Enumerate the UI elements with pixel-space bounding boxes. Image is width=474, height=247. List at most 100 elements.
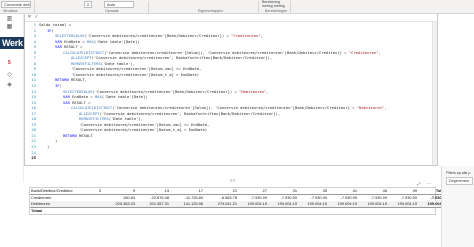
matrix-row[interactable]: Totaal xyxy=(30,207,448,214)
group-format-label: Opmaak xyxy=(105,9,119,13)
format-dropdown[interactable]: Auto xyxy=(104,1,134,8)
group-structure-label: Structuur xyxy=(3,9,18,13)
focus-mode-icon[interactable]: ⤢ xyxy=(417,182,421,186)
code-token: RESULT = xyxy=(61,44,83,50)
code-token: 'Conversie debiteuren/crediteuren'[Datum… xyxy=(71,66,202,72)
code-token: CALCULATE xyxy=(71,105,92,111)
cancel-icon[interactable]: ✕ xyxy=(27,15,32,20)
code-token: "Debiteuren" xyxy=(356,105,385,111)
dax-formula-editor[interactable]: ✕ ✓ 1 Saldo totaal = 2 IF(3 SELECTEDVALUE('… xyxy=(24,14,438,166)
code-token: ALLEXCEPT xyxy=(79,110,100,116)
code-token: ('Date table'[Date]) xyxy=(93,38,140,44)
report-view-icon[interactable]: ▥ xyxy=(6,16,13,23)
count-badge: 5 xyxy=(8,60,11,66)
more-options-icon[interactable]: ⋯ xyxy=(427,182,431,186)
code-token: ('Conversie debiteuren/crediteuren', Ban… xyxy=(99,110,281,116)
code-token: Saldo totaal = xyxy=(39,22,74,27)
code-token: ALLEXCEPT xyxy=(71,55,92,61)
code-token: VAR xyxy=(55,38,62,44)
editor-toolbar: ✕ ✓ xyxy=(25,14,437,22)
matrix-cell xyxy=(92,207,102,214)
code-token: VAR xyxy=(55,44,62,50)
code-token: 'Conversie debiteuren/crediteuren'[Datum… xyxy=(79,121,210,127)
ribbon-separator xyxy=(148,1,149,13)
ribbon: Conversie debiteuren Structuur Σ Auto Op… xyxy=(0,0,474,14)
code-token: MAX xyxy=(87,38,94,44)
code-token: "Crediteuren" xyxy=(348,49,379,55)
code-token: VAR xyxy=(63,94,70,100)
matrix-cell xyxy=(136,207,170,214)
code-token: ('Conversie debiteuren/crediteuren'[Sald… xyxy=(104,49,349,55)
line-number: 25 xyxy=(31,155,36,161)
code-token: ('Date table'[Date]) xyxy=(101,94,148,100)
code-token: 'Conversie debiteuren/crediteuren'[Datum… xyxy=(79,127,208,133)
filters-title: Filters op alle p xyxy=(446,171,471,175)
code-area[interactable]: 1 Saldo totaal = 2 IF(3 SELECTEDVALUE('Conv… xyxy=(25,22,437,161)
left-nav: ▥ ▦ Werk 5 ◇ ◈ xyxy=(0,14,25,182)
code-token: SELECTEDVALUE xyxy=(55,33,85,39)
matrix-cell xyxy=(358,207,388,214)
matrix-cell xyxy=(298,207,328,214)
code-token: MAX xyxy=(95,94,102,100)
code-token: SELECTEDVALUE xyxy=(63,88,93,94)
group-calculations-label: Berekeningen xyxy=(265,9,288,13)
matrix-visual[interactable]: Bank/Debiteur/Crediteur 3 9 13 17 21 27 31 35 41 4… xyxy=(29,187,448,215)
code-token: ('Conversie debiteuren/crediteuren', Ban… xyxy=(91,55,273,61)
code-token: "Crediteuren" xyxy=(231,33,261,39)
visual-header: ⤢ ⋯ xyxy=(29,182,436,186)
code-token: "Debiteuren" xyxy=(239,88,267,94)
filters-pane: Filters op alle p Gegevensve xyxy=(441,166,474,247)
group-properties-label: Eigenschappen xyxy=(198,9,223,13)
code-token: ('Conversie debiteuren/crediteuren'[Sald… xyxy=(112,105,357,111)
quick-measure-button[interactable]: meting meting xyxy=(262,4,285,8)
code-token: ('Date table'), xyxy=(108,116,144,122)
report-canvas: ≡≡ ⤢ ⋯ Bank/Debiteur/Crediteur 3 9 13 17 21 27… xyxy=(24,166,448,247)
code-token: , xyxy=(384,105,387,111)
ribbon-separator xyxy=(258,1,259,13)
code-line[interactable]: 25 xyxy=(25,155,437,161)
code-token: RETURN xyxy=(63,132,77,138)
code-token: ) xyxy=(47,144,50,150)
code-token: EndDate = xyxy=(69,94,96,100)
matrix-cell xyxy=(328,207,358,214)
matrix-cell xyxy=(238,207,268,214)
code-token: ('Conversie debiteuren/crediteuren'[Bank… xyxy=(84,33,232,39)
ribbon-separator xyxy=(290,1,291,13)
code-token: , xyxy=(260,33,264,39)
commit-icon[interactable]: ✓ xyxy=(34,15,39,20)
code-token: ('Conversie debiteuren/crediteuren'[Bank… xyxy=(92,88,240,94)
dax-query-icon[interactable]: ◈ xyxy=(6,82,13,89)
model-view-icon[interactable]: ◇ xyxy=(6,72,13,79)
code-token: , xyxy=(378,49,381,55)
code-token: REMOVEFILTERS xyxy=(79,116,109,122)
table-view-icon[interactable]: ▦ xyxy=(6,24,13,31)
table-dropdown[interactable]: Conversie debiteuren xyxy=(1,1,31,8)
matrix-cell xyxy=(102,207,136,214)
code-token: EndDate = xyxy=(61,38,88,44)
code-token: RETURN xyxy=(55,77,69,83)
code-token: ( xyxy=(59,83,62,89)
matrix-cell xyxy=(268,207,298,214)
ribbon-separator xyxy=(34,1,35,13)
code-token: RESULT, xyxy=(68,77,88,83)
code-token: ) xyxy=(55,138,58,144)
code-token: REMOVEFILTERS xyxy=(71,60,101,66)
code-token: ( xyxy=(51,27,54,33)
code-token: VAR xyxy=(63,99,70,105)
matrix-row-label[interactable]: Totaal xyxy=(30,207,92,214)
code-token: DISTINCT xyxy=(85,49,105,55)
code-token: ('Date table'), xyxy=(100,60,136,66)
filter-field-card[interactable]: Gegevensve xyxy=(446,177,473,185)
matrix-cell xyxy=(388,207,418,214)
sum-selector[interactable]: Σ xyxy=(84,1,92,8)
code-token: CALCULATE xyxy=(63,49,84,55)
matrix-cell xyxy=(170,207,204,214)
report-wordmark: Werk xyxy=(0,37,25,49)
code-token: DISTINCT xyxy=(93,105,113,111)
code-token: RESULT = xyxy=(69,99,91,105)
code-token: 'Conversie debiteuren/crediteuren'[Datum… xyxy=(71,71,200,77)
matrix-cell xyxy=(204,207,238,214)
code-token: , xyxy=(266,88,269,94)
editor-scrollbar[interactable] xyxy=(432,22,437,165)
code-token: RESULT xyxy=(76,132,93,138)
